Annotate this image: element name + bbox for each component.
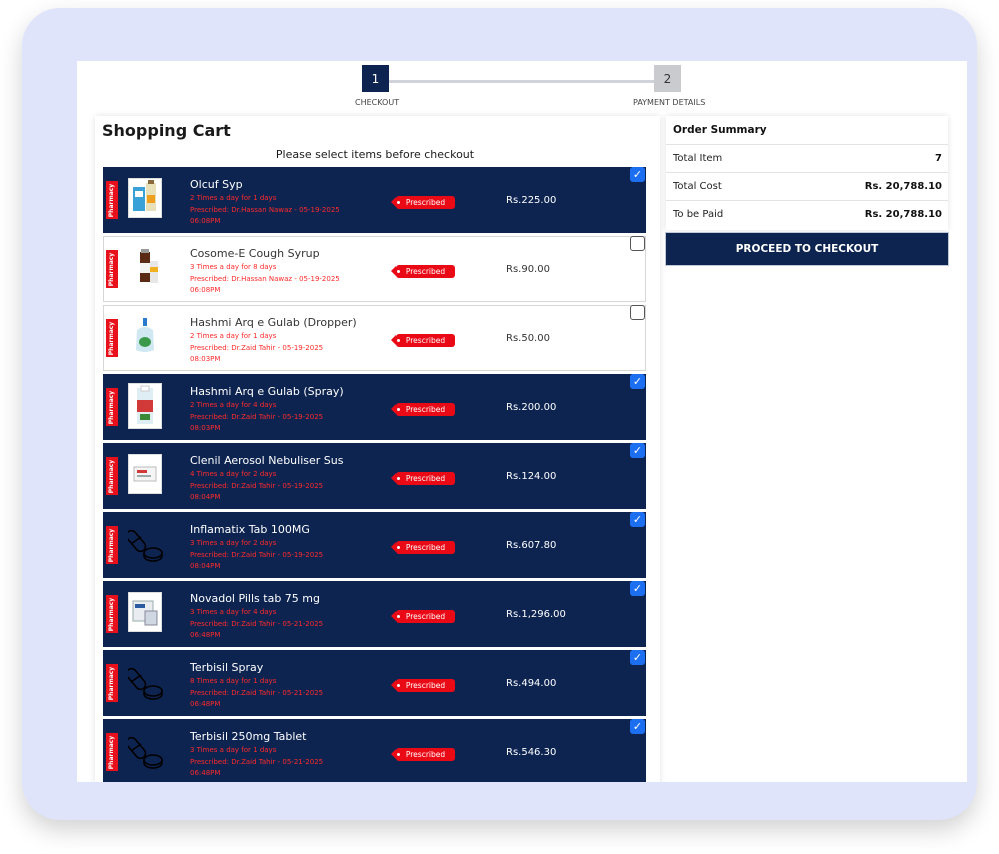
- prescribed-tag: Prescribed: [391, 334, 455, 347]
- order-summary-panel: Order Summary Total Item 7 Total Cost Rs…: [666, 116, 948, 230]
- summary-row-to-be-paid: To be Paid Rs. 20,788.10: [666, 200, 948, 229]
- order-summary-title: Order Summary: [673, 124, 767, 136]
- item-details: 3 Times a day for 2 days Prescribed: Dr.Z…: [190, 539, 324, 570]
- summary-label: Total Item: [673, 153, 723, 164]
- cart-title: Shopping Cart: [102, 121, 231, 140]
- item-price: Rs.607.80: [506, 540, 557, 551]
- product-image: [128, 454, 162, 494]
- product-image: [128, 592, 162, 632]
- item-price: Rs.90.00: [506, 264, 550, 275]
- prescribed-tag: Prescribed: [391, 541, 455, 554]
- item-details: 3 Times a day for 1 days Prescribed: Dr.Z…: [190, 746, 324, 777]
- prescribed-tag: Prescribed: [391, 403, 455, 416]
- shopping-cart-panel: Shopping Cart Please select items before…: [95, 116, 660, 782]
- pharmacy-badge: Pharmacy: [106, 388, 118, 426]
- pharmacy-badge: Pharmacy: [106, 595, 118, 633]
- cart-item[interactable]: Pharmacy Cosome-E Cough Syrup 3 Times a …: [103, 236, 646, 302]
- item-price: Rs.1,296.00: [506, 609, 566, 620]
- item-checkbox[interactable]: [630, 305, 645, 320]
- prescribed-tag: Prescribed: [391, 748, 455, 761]
- step-1-label: CHECKOUT: [355, 98, 400, 107]
- prescribed-tag: Prescribed: [391, 610, 455, 623]
- item-name: Hashmi Arq e Gulab (Spray): [190, 385, 344, 398]
- cart-item[interactable]: Pharmacy Olcuf Syp 2 Times a day for 1 d…: [103, 167, 646, 233]
- item-name: Cosome-E Cough Syrup: [190, 247, 320, 260]
- step-2-indicator[interactable]: 2: [654, 65, 681, 92]
- product-image: [128, 247, 162, 287]
- item-details: 3 Times a day for 8 days Prescribed: Dr.H…: [190, 263, 340, 294]
- item-details: 2 Times a day for 1 days Prescribed: Dr.Z…: [190, 332, 324, 363]
- item-details: 2 Times a day for 1 days Prescribed: Dr.H…: [190, 194, 340, 225]
- pharmacy-badge: Pharmacy: [106, 250, 118, 288]
- item-checkbox[interactable]: ✓: [630, 650, 645, 665]
- prescribed-tag: Prescribed: [391, 472, 455, 485]
- cart-item[interactable]: Pharmacy Terbisil 250mg Tablet 3 Times a…: [103, 719, 646, 782]
- summary-label: Total Cost: [673, 181, 722, 192]
- pharmacy-badge: Pharmacy: [106, 526, 118, 564]
- item-price: Rs.225.00: [506, 195, 557, 206]
- item-name: Clenil Aerosol Nebuliser Sus: [190, 454, 344, 467]
- item-checkbox[interactable]: ✓: [630, 719, 645, 734]
- item-name: Hashmi Arq e Gulab (Dropper): [190, 316, 357, 329]
- prescribed-tag: Prescribed: [391, 265, 455, 278]
- item-name: Novadol Pills tab 75 mg: [190, 592, 320, 605]
- item-checkbox[interactable]: ✓: [630, 512, 645, 527]
- pills-icon: [125, 661, 163, 701]
- cart-item[interactable]: Pharmacy Clenil Aerosol Nebuliser Sus 4 …: [103, 443, 646, 509]
- item-details: 2 Times a day for 4 days Prescribed: Dr.Z…: [190, 401, 324, 432]
- summary-value: 7: [935, 153, 942, 164]
- summary-label: To be Paid: [673, 209, 724, 220]
- pills-icon: [125, 730, 163, 770]
- prescribed-tag: Prescribed: [391, 196, 455, 209]
- pharmacy-badge: Pharmacy: [106, 664, 118, 702]
- item-price: Rs.546.30: [506, 747, 557, 758]
- item-price: Rs.494.00: [506, 678, 557, 689]
- item-name: Terbisil Spray: [190, 661, 264, 674]
- step-2-label: PAYMENT DETAILS: [633, 98, 706, 107]
- cart-item[interactable]: Pharmacy Hashmi Arq e Gulab (Spray) 2 Ti…: [103, 374, 646, 440]
- item-checkbox[interactable]: ✓: [630, 167, 645, 182]
- pharmacy-badge: Pharmacy: [106, 457, 118, 495]
- product-image: [128, 383, 162, 429]
- device-frame: 1 2 CHECKOUT PAYMENT DETAILS Shopping Ca…: [22, 8, 977, 820]
- pharmacy-badge: Pharmacy: [106, 733, 118, 771]
- prescribed-tag: Prescribed: [391, 679, 455, 692]
- step-1-indicator[interactable]: 1: [362, 65, 389, 92]
- pharmacy-badge: Pharmacy: [106, 181, 118, 219]
- summary-row-total-item: Total Item 7: [666, 144, 948, 173]
- item-details: 4 Times a day for 2 days Prescribed: Dr.Z…: [190, 470, 324, 501]
- item-name: Terbisil 250mg Tablet: [190, 730, 307, 743]
- product-image: [128, 316, 162, 356]
- summary-row-total-cost: Total Cost Rs. 20,788.10: [666, 172, 948, 201]
- proceed-to-checkout-button[interactable]: PROCEED TO CHECKOUT: [666, 233, 948, 265]
- item-price: Rs.124.00: [506, 471, 557, 482]
- item-name: Olcuf Syp: [190, 178, 243, 191]
- item-price: Rs.50.00: [506, 333, 550, 344]
- pharmacy-badge: Pharmacy: [106, 319, 118, 357]
- item-checkbox[interactable]: ✓: [630, 581, 645, 596]
- app-screen: 1 2 CHECKOUT PAYMENT DETAILS Shopping Ca…: [77, 61, 967, 782]
- summary-value: Rs. 20,788.10: [864, 209, 942, 220]
- cart-item[interactable]: Pharmacy Inflamatix Tab 100MG 3 Times a …: [103, 512, 646, 578]
- cart-item[interactable]: Pharmacy Hashmi Arq e Gulab (Dropper) 2 …: [103, 305, 646, 371]
- item-price: Rs.200.00: [506, 402, 557, 413]
- item-checkbox[interactable]: ✓: [630, 374, 645, 389]
- cart-item[interactable]: Pharmacy Novadol Pills tab 75 mg 3 Times…: [103, 581, 646, 647]
- item-checkbox[interactable]: [630, 236, 645, 251]
- pills-icon: [125, 523, 163, 563]
- item-checkbox[interactable]: ✓: [630, 443, 645, 458]
- cart-instructions: Please select items before checkout: [275, 148, 475, 161]
- summary-value: Rs. 20,788.10: [864, 181, 942, 192]
- item-name: Inflamatix Tab 100MG: [190, 523, 310, 536]
- item-details: 8 Times a day for 1 days Prescribed: Dr.Z…: [190, 677, 324, 708]
- product-image: [128, 178, 162, 218]
- stepper-line: [389, 80, 654, 83]
- item-details: 3 Times a day for 4 days Prescribed: Dr.Z…: [190, 608, 324, 639]
- cart-item[interactable]: Pharmacy Terbisil Spray 8 Times a day fo…: [103, 650, 646, 716]
